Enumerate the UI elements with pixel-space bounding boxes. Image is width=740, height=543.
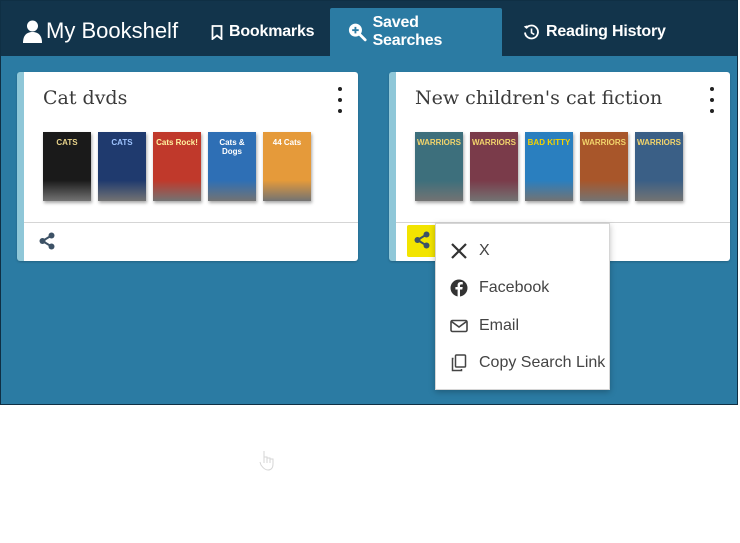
book-cover[interactable]: WARRIORS (635, 132, 683, 201)
bookmark-icon (211, 24, 223, 40)
copy-search-link-menu-item[interactable]: Copy Search Link (436, 345, 609, 383)
cover-carousel: CATS CATS Cats Rock! Cats & Dogs 44 Cats (43, 132, 318, 201)
cover-title: Cats & Dogs (219, 138, 245, 156)
cover-title: WARRIORS (417, 138, 461, 147)
cover-title: WARRIORS (472, 138, 516, 147)
cover-title: CATS (56, 138, 78, 147)
book-cover[interactable]: CATS (43, 132, 91, 201)
share-x-menu-item[interactable]: X (436, 232, 609, 270)
book-cover[interactable]: WARRIORS (415, 132, 463, 201)
share-icon (414, 231, 430, 249)
tab-reading-history-label: Reading History (546, 23, 666, 40)
my-bookshelf-link[interactable]: My Bookshelf (23, 15, 178, 47)
search-plus-icon (348, 23, 367, 42)
menu-item-label: Copy Search Link (479, 354, 606, 372)
cover-title: WARRIORS (637, 138, 681, 147)
tab-bookmarks-label: Bookmarks (229, 23, 315, 40)
tab-saved-searches[interactable]: Saved Searches (330, 8, 502, 56)
card-footer (24, 222, 358, 261)
book-cover[interactable]: Cats Rock! (153, 132, 201, 201)
x-logo-icon (451, 242, 467, 259)
cover-title: Cats Rock! (156, 138, 198, 147)
menu-item-label: Email (479, 316, 520, 334)
book-cover[interactable]: WARRIORS (580, 132, 628, 201)
brand-title: My Bookshelf (46, 18, 179, 43)
saved-search-title[interactable]: New children's cat fiction (415, 87, 662, 109)
cover-title: 44 Cats (272, 138, 302, 147)
share-icon (39, 232, 55, 250)
saved-search-card: Cat dvds CATS CATS Cats Rock! Cats & Dog… (17, 72, 358, 261)
more-options-icon[interactable] (336, 87, 344, 113)
tab-reading-history[interactable]: Reading History (523, 8, 666, 56)
more-options-icon[interactable] (708, 87, 716, 113)
cursor-icon (259, 451, 274, 471)
book-cover[interactable]: BAD KITTY (525, 132, 573, 201)
share-menu: X Facebook Email Copy Search Link (435, 223, 610, 390)
book-cover[interactable]: 44 Cats (263, 132, 311, 201)
cover-title: WARRIORS (582, 138, 626, 147)
tab-saved-searches-label: Saved Searches (372, 14, 443, 49)
cover-title: BAD KITTY (527, 138, 571, 147)
share-button[interactable] (38, 232, 58, 252)
saved-search-title[interactable]: Cat dvds (43, 87, 127, 109)
share-button[interactable] (407, 225, 437, 257)
share-facebook-menu-item[interactable]: Facebook (436, 270, 609, 308)
bookshelf-app: My Bookshelf Bookmarks Saved Searches Re… (0, 0, 738, 405)
cover-title: CATS (111, 138, 133, 147)
book-cover[interactable]: WARRIORS (470, 132, 518, 201)
email-icon (450, 319, 468, 333)
history-icon (523, 24, 539, 39)
cover-carousel: WARRIORS WARRIORS BAD KITTY WARRIORS WAR… (415, 132, 690, 201)
book-cover[interactable]: CATS (98, 132, 146, 201)
book-cover[interactable]: Cats & Dogs (208, 132, 256, 201)
copy-icon (451, 354, 467, 372)
menu-item-label: Facebook (479, 279, 550, 297)
share-email-menu-item[interactable]: Email (436, 307, 609, 345)
tab-bookmarks[interactable]: Bookmarks (211, 8, 315, 56)
facebook-icon (450, 279, 468, 298)
user-icon (23, 20, 42, 43)
menu-item-label: X (479, 241, 490, 259)
top-navigation: My Bookshelf Bookmarks Saved Searches Re… (1, 1, 737, 56)
